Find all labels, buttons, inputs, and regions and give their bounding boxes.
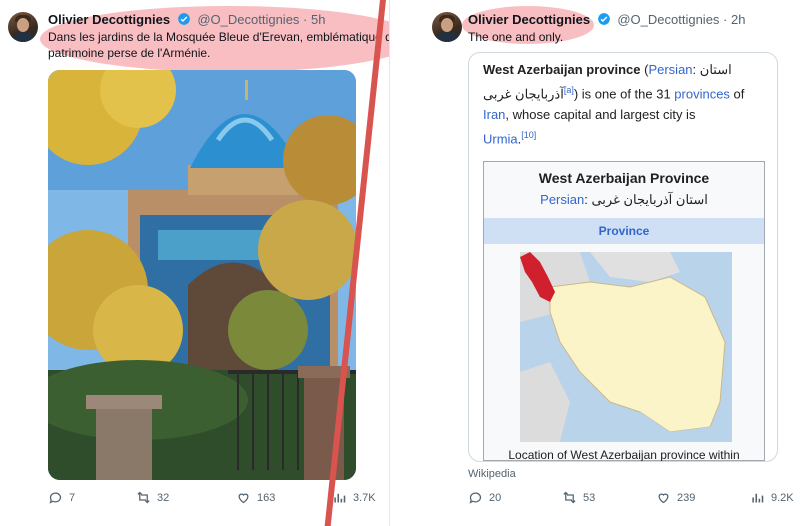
avatar-right[interactable] [432,12,462,42]
urmia-link[interactable]: Urmia [483,132,518,147]
reply-icon [49,492,62,504]
views-button-right[interactable]: 9.2K [750,490,794,505]
iran-link[interactable]: Iran [483,107,505,122]
verified-badge-icon [177,13,190,25]
tweet-time-right[interactable]: · 2h [723,12,745,27]
map-caption: Location of West Azerbaijan province wit… [508,448,740,462]
like-button-left[interactable]: 163 [236,490,275,505]
author-name-left[interactable]: Olivier Decottignies [48,12,170,27]
verified-badge-icon [597,13,610,25]
infobox-title: West Azerbaijan Province [538,170,710,186]
tweet-time-left[interactable]: · 5h [303,12,325,27]
retweet-button-left[interactable]: 32 [136,490,169,505]
infobox-persian: Persian: استان آذربایجان غربی [540,192,708,207]
retweet-icon [563,491,576,504]
views-icon [334,493,346,503]
reply-button-left[interactable]: 7 [48,490,75,505]
reply-icon [469,492,482,504]
retweet-button-right[interactable]: 53 [562,490,595,505]
reply-button-right[interactable]: 20 [468,490,501,505]
link-source-label[interactable]: Wikipedia [468,468,516,480]
wikipedia-card[interactable]: West Azerbaijan province (Persian: استان… [468,52,778,462]
tweet-text-right: The one and only. [468,30,564,44]
tweet-photo-blue-mosque[interactable] [48,70,356,480]
heart-icon [658,493,669,504]
persian-link[interactable]: Persian [648,62,692,77]
like-button-right[interactable]: 239 [656,490,695,505]
left-tweet: Olivier Decottignies @O_Decottignies · 5… [0,0,390,526]
author-handle-right[interactable]: @O_Decottignies [617,12,719,27]
views-icon [752,493,764,503]
avatar-left[interactable] [8,12,38,42]
wiki-infobox: West Azerbaijan Province Persian: استان … [483,161,765,461]
tweet-text-left: Dans les jardins de la Mosquée Bleue d'E… [48,30,390,60]
heart-icon [238,493,249,504]
views-button-left[interactable]: 3.7K [332,490,376,505]
iran-location-map[interactable] [520,252,732,442]
infobox-province-band[interactable]: Province [484,218,764,244]
provinces-link[interactable]: provinces [674,86,730,101]
author-name-right[interactable]: Olivier Decottignies [468,12,590,27]
wiki-intro: West Azerbaijan province (Persian: استان… [483,62,745,147]
retweet-icon [137,491,150,504]
author-handle-left[interactable]: @O_Decottignies [197,12,299,27]
